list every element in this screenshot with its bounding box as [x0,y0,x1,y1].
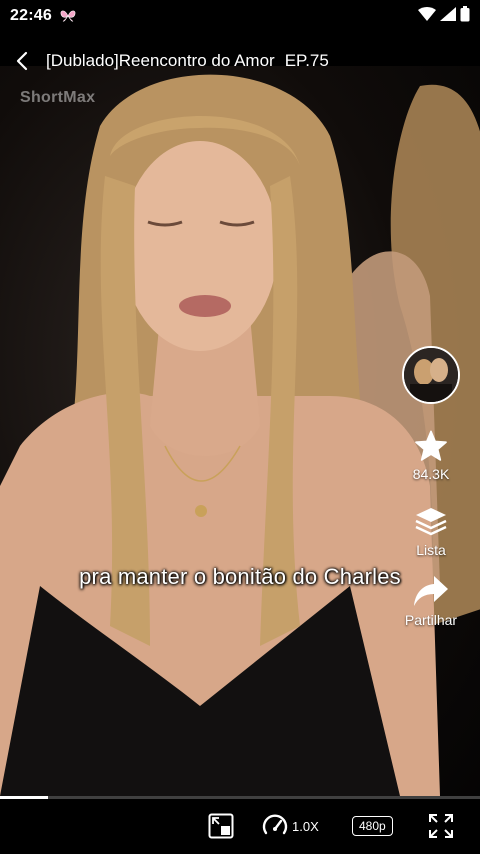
status-icons [418,5,470,27]
favorite-count: 84.3K [412,466,450,482]
picture-in-picture-icon [208,813,234,839]
share-label: Partilhar [404,612,458,628]
butterfly-app-icon [60,9,76,23]
quality-button[interactable]: 480p [352,816,393,836]
episode-number: EP.75 [284,51,329,70]
player-controls: 1.0X 480p [0,799,480,854]
favorite-action[interactable]: 84.3K [412,430,450,482]
chevron-left-icon [16,51,28,71]
wifi-icon [418,6,436,26]
episode-title: [Dublado]Reencontro do Amor [46,51,275,70]
cover-thumbnail [404,348,458,402]
brand-watermark: ShortMax [20,89,96,106]
back-button[interactable] [2,42,42,80]
star-icon [415,430,447,461]
speedometer-icon [262,814,288,835]
status-bar: 22:46 [0,0,480,32]
series-cover-avatar[interactable] [402,346,460,404]
fullscreen-button[interactable] [428,813,454,839]
speed-label: 1.0X [292,818,319,834]
playback-speed-button[interactable]: 1.0X [262,813,319,839]
title-bar: [Dublado]Reencontro do Amor EP.75 [0,42,480,80]
signal-icon [440,6,456,26]
episode-list-action[interactable]: Lista [414,506,448,558]
list-label: Lista [416,542,446,558]
fullscreen-icon [429,814,453,838]
stack-icon [415,508,447,536]
status-time: 22:46 [10,7,52,24]
pip-button[interactable] [208,813,234,839]
battery-icon [460,5,470,27]
video-subtitle: pra manter o bonitão do Charles [79,564,401,589]
